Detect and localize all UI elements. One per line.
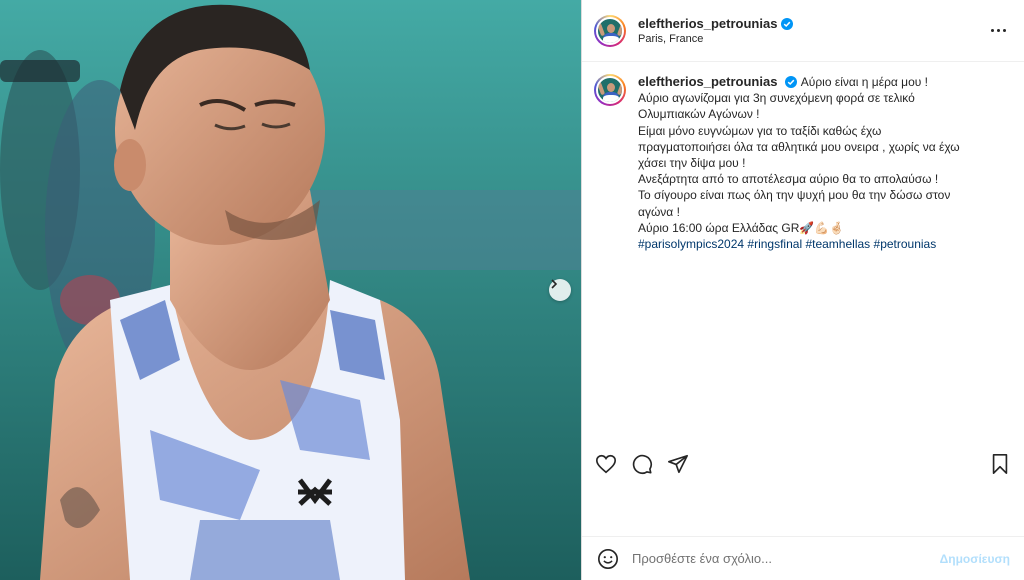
caption-text: eleftherios_petrounias Αύριο είναι η μέρ… [638,74,960,252]
location-link[interactable]: Paris, France [638,33,986,45]
caption-line: χάσει την δίψα μου ! [638,156,746,171]
hashtag-link[interactable]: #parisolympics2024 [638,237,744,251]
comment-input[interactable] [632,551,940,566]
more-options-button[interactable] [986,19,1010,43]
hashtag-link[interactable]: #teamhellas [805,237,870,251]
caption-line: πραγματοποιήσει όλα τα αθλητικά μου ονει… [638,139,960,154]
post-actions [582,448,1024,480]
athlete-photo-illustration [0,0,581,580]
save-button[interactable] [988,452,1012,476]
hashtag-link[interactable]: #petrounias [874,237,937,251]
username-link[interactable]: eleftherios_petrounias [638,16,777,31]
comment-button[interactable] [630,452,654,476]
caption-avatar[interactable] [594,74,626,106]
next-image-button[interactable] [549,279,571,301]
caption-line: Αύριο είναι η μέρα μου ! [800,75,928,89]
comment-bar: Δημοσίευση [582,536,1024,580]
post-comment-button[interactable]: Δημοσίευση [940,552,1010,566]
verified-badge-icon [781,17,794,30]
post-header: eleftherios_petrounias Paris, France [582,0,1024,62]
avatar[interactable] [594,14,626,47]
hashtag-line: #parisolympics2024 #ringsfinal #teamhell… [638,236,960,252]
more-dots-icon [990,29,994,32]
post-caption: eleftherios_petrounias Αύριο είναι η μέρ… [582,62,1024,252]
caption-username-link[interactable]: eleftherios_petrounias [638,74,777,89]
caption-line: Αύριο αγωνίζομαι για 3η συνεχόμενη φορά … [638,91,915,106]
share-icon [668,454,688,474]
heart-icon [596,454,616,474]
emoji-button[interactable] [596,547,620,571]
post-details-panel: eleftherios_petrounias Paris, France ele… [581,0,1024,580]
caption-line: Είμαι μόνο ευγνώμων για το ταξίδι καθώς … [638,123,882,138]
caption-line: αγώνα ! [638,204,680,219]
bookmark-icon [992,454,1008,474]
like-button[interactable] [594,452,618,476]
caption-line: Ολυμπιακών Αγώνων ! [638,107,760,122]
caption-line: Ανεξάρτητα από το αποτέλεσμα αύριο θα το… [638,172,939,187]
hashtag-link[interactable]: #ringsfinal [747,237,802,251]
caption-line: Το σίγουρο είναι πως όλη την ψυχή μου θα… [638,188,951,203]
share-button[interactable] [666,452,690,476]
post-photo [0,0,581,580]
chevron-right-icon [551,279,558,289]
smiley-icon [598,548,618,569]
caption-line: Αύριο 16:00 ώρα Ελλάδας GR🚀💪🏻🤞🏻 [638,220,845,235]
verified-badge-icon [784,76,797,88]
comment-icon [632,454,653,475]
